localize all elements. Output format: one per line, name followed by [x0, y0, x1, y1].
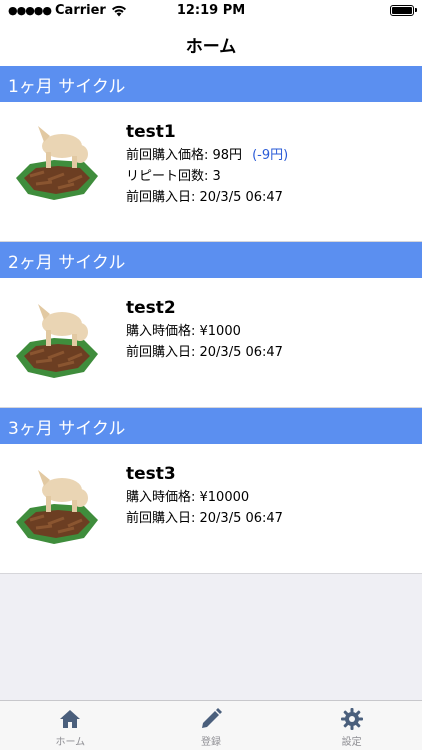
status-time: 12:19 PM: [176, 3, 246, 18]
item-name: test3: [126, 464, 176, 484]
home-icon: [60, 710, 81, 728]
tab-home-label: ホーム: [55, 737, 86, 748]
product-thumbnail-icon: [16, 126, 98, 200]
item-list[interactable]: 1ヶ月 サイクル test1 前回購入価格: 98円 (-9円) リピート回数: …: [0, 66, 422, 700]
list-item[interactable]: test3 購入時価格: ¥10000 前回購入日: 20/3/5 06:47: [0, 444, 422, 574]
section-header-3-month: 3ヶ月 サイクル: [0, 408, 422, 444]
last-price-value: 98円: [212, 148, 243, 163]
tab-home[interactable]: ホーム: [0, 701, 141, 750]
product-thumbnail-icon: [16, 304, 98, 378]
last-purchase-date: 前回購入日: 20/3/5 06:47: [126, 345, 283, 360]
tab-settings[interactable]: 設定: [281, 701, 422, 750]
list-item[interactable]: test1 前回購入価格: 98円 (-9円) リピート回数: 3 前回購入日: …: [0, 102, 422, 242]
tab-register[interactable]: 登録: [141, 701, 282, 750]
section-header-2-month: 2ヶ月 サイクル: [0, 242, 422, 278]
tab-settings-label: 設定: [341, 737, 362, 748]
battery-icon: [390, 5, 417, 16]
navigation-bar: ホーム: [0, 22, 422, 66]
item-name: test1: [126, 122, 176, 142]
last-purchase-date: 前回購入日: 20/3/5 06:47: [126, 190, 283, 205]
pencil-icon: [202, 708, 222, 728]
section-header-1-month: 1ヶ月 サイクル: [0, 66, 422, 102]
product-thumbnail-icon: [16, 470, 98, 544]
status-bar: ●●●●● Carrier 12:19 PM: [0, 0, 422, 22]
list-item[interactable]: test2 購入時価格: ¥1000 前回購入日: 20/3/5 06:47: [0, 278, 422, 408]
last-purchase-date: 前回購入日: 20/3/5 06:47: [126, 511, 283, 526]
tab-bar: ホーム 登録 設定: [0, 700, 422, 750]
page-title: ホーム: [185, 36, 237, 57]
gear-icon: [340, 708, 363, 730]
repeat-count: リピート回数: 3: [126, 169, 221, 184]
purchase-price: 購入時価格: ¥10000: [126, 490, 250, 505]
price-diff: (-9円): [252, 148, 289, 163]
tab-register-label: 登録: [201, 737, 221, 748]
item-name: test2: [126, 298, 176, 318]
purchase-price: 購入時価格: ¥1000: [126, 324, 241, 339]
last-price-label: 前回購入価格:: [126, 148, 213, 163]
last-purchase-price: 前回購入価格: 98円 (-9円): [126, 145, 288, 166]
